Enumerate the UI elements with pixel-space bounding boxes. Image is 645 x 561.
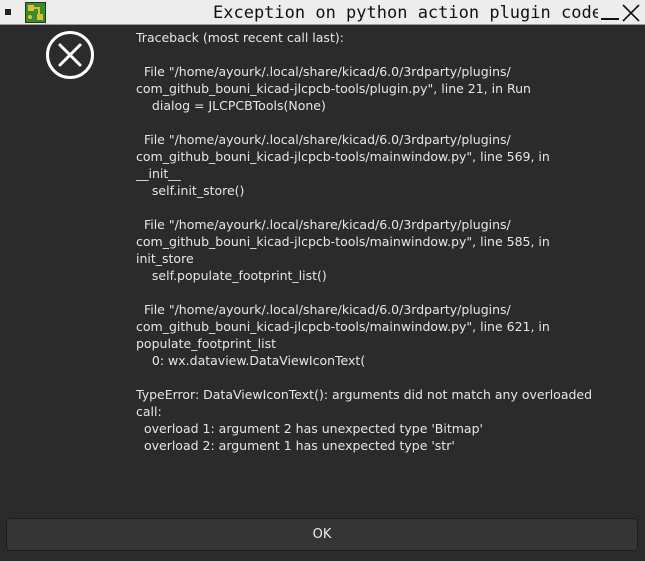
close-icon[interactable] [621, 3, 641, 23]
kicad-pcb-icon [25, 2, 46, 23]
error-circle-x-icon [46, 31, 94, 79]
window-menu-icon[interactable] [5, 9, 11, 15]
exception-traceback-text: Traceback (most recent call last): File … [136, 30, 593, 453]
window-title: Exception on python action plugin code [213, 3, 598, 23]
title-bar[interactable]: Exception on python action plugin code [0, 0, 645, 25]
ok-button[interactable]: OK [6, 518, 638, 551]
minimize-icon[interactable] [600, 4, 620, 22]
